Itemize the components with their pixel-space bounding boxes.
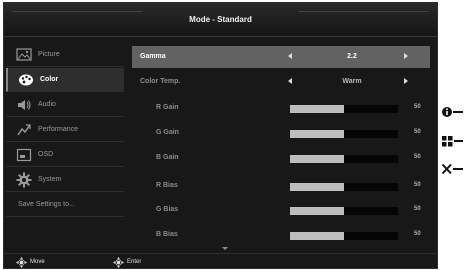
slider-track[interactable] <box>290 130 398 138</box>
slider-value: 50 <box>414 104 421 110</box>
sidebar-item-label: OSD <box>38 151 54 158</box>
arrow-right-icon[interactable] <box>404 53 408 59</box>
sidebar-item-label: Color <box>40 76 59 83</box>
osd-window: Mode - Standard Picture Color Audio Perf… <box>3 2 438 269</box>
slider-value: 50 <box>414 206 421 212</box>
sidebar-item-system[interactable]: System <box>6 168 124 192</box>
color-temp-label: Color Temp. <box>140 78 181 85</box>
sidebar: Picture Color Audio Performance OSD Syst… <box>6 43 124 243</box>
slider-track[interactable] <box>290 183 398 191</box>
enter-label: Enter <box>127 259 142 265</box>
sidebar-item-label: System <box>38 176 62 183</box>
sidebar-item-picture[interactable]: Picture <box>6 43 124 67</box>
r-bias-row[interactable]: R Bias 50 <box>132 175 430 197</box>
title-bar: Mode - Standard <box>3 3 438 37</box>
gamma-label: Gamma <box>140 53 166 60</box>
b-bias-row[interactable]: B Bias 50 <box>132 224 430 246</box>
page-title: Mode - Standard <box>189 15 252 24</box>
slider-track[interactable] <box>290 232 398 240</box>
joystick-enter-icon <box>113 257 124 268</box>
slider-label: G Bias <box>156 206 179 213</box>
speaker-icon <box>18 100 31 110</box>
r-gain-row[interactable]: R Gain 50 <box>132 97 430 119</box>
slider-fill <box>290 207 344 215</box>
scroll-down-icon[interactable] <box>222 247 228 250</box>
slider-label: G Gain <box>156 129 179 136</box>
close-icon[interactable] <box>441 162 464 176</box>
joystick-move-icon <box>16 257 27 268</box>
performance-icon <box>17 124 31 136</box>
menu-grid-icon[interactable] <box>441 134 464 148</box>
slider-label: B Bias <box>156 231 178 238</box>
slider-fill <box>290 232 344 240</box>
move-label: Move <box>30 259 45 265</box>
info-icon[interactable] <box>441 105 464 119</box>
sidebar-item-color[interactable]: Color <box>6 68 124 92</box>
slider-fill <box>290 105 344 113</box>
gear-icon <box>16 172 32 188</box>
gamma-row[interactable]: Gamma 2.2 <box>132 46 430 68</box>
sidebar-item-label: Picture <box>38 51 60 58</box>
slider-value: 50 <box>414 129 421 135</box>
sidebar-item-audio[interactable]: Audio <box>6 93 124 117</box>
slider-value: 50 <box>414 182 421 188</box>
arrow-left-icon[interactable] <box>288 78 292 84</box>
picture-icon <box>16 48 32 61</box>
slider-fill <box>290 183 344 191</box>
palette-icon <box>19 74 33 86</box>
slider-value: 50 <box>414 154 421 160</box>
slider-track[interactable] <box>290 207 398 215</box>
slider-label: R Bias <box>156 182 178 189</box>
gamma-value: 2.2 <box>347 53 357 60</box>
slider-label: R Gain <box>156 104 179 111</box>
osd-icon <box>16 148 32 162</box>
slider-fill <box>290 155 344 163</box>
g-gain-row[interactable]: G Gain 50 <box>132 122 430 144</box>
sidebar-item-save-settings[interactable]: Save Settings to... <box>6 193 124 217</box>
b-gain-row[interactable]: B Gain 50 <box>132 147 430 169</box>
arrow-left-icon[interactable] <box>288 53 292 59</box>
slider-value: 50 <box>414 231 421 237</box>
slider-fill <box>290 130 344 138</box>
color-temp-value: Warm <box>342 78 362 85</box>
arrow-right-icon[interactable] <box>404 78 408 84</box>
slider-label: B Gain <box>156 154 179 161</box>
sidebar-item-label: Audio <box>38 101 56 108</box>
color-temp-row[interactable]: Color Temp. Warm <box>132 71 430 93</box>
slider-track[interactable] <box>290 155 398 163</box>
color-settings-panel: Gamma 2.2 Color Temp. Warm R Gain 50 G G… <box>132 46 430 246</box>
sidebar-item-label: Save Settings to... <box>18 201 75 208</box>
g-bias-row[interactable]: G Bias 50 <box>132 199 430 221</box>
sidebar-item-osd[interactable]: OSD <box>6 143 124 167</box>
footer-hints: Move Enter <box>4 253 437 269</box>
sidebar-item-label: Performance <box>38 126 79 133</box>
sidebar-item-performance[interactable]: Performance <box>6 118 124 142</box>
slider-track[interactable] <box>290 105 398 113</box>
